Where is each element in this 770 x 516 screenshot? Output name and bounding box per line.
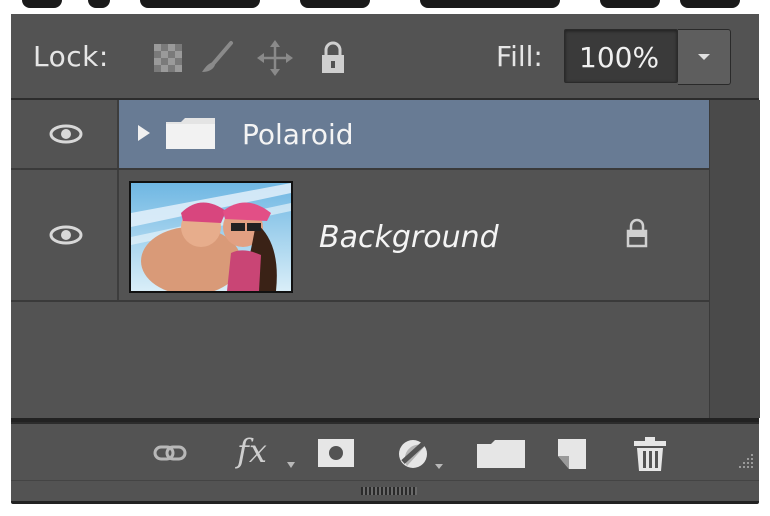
fill-dropdown-button[interactable] [678, 29, 731, 85]
layer-name[interactable]: Background [319, 220, 499, 255]
panel-resize-bar[interactable] [11, 480, 759, 501]
layer-group-selected[interactable]: Polaroid [119, 100, 709, 168]
fill-label: Fill: [496, 40, 543, 73]
visibility-toggle[interactable] [11, 100, 119, 168]
eye-icon[interactable] [49, 123, 83, 145]
link-layers-icon[interactable] [153, 444, 187, 462]
new-adjustment-layer-icon[interactable] [397, 438, 443, 472]
add-layer-style-icon[interactable]: fx [237, 432, 267, 470]
layers-list: Polaroid Background [11, 100, 709, 418]
folder-icon [166, 118, 215, 149]
layers-panel: Lock: Fill: 100% Polaroid Background fx [11, 14, 760, 504]
lock-position-icon[interactable] [255, 38, 295, 78]
lock-image-pixels-icon[interactable] [197, 38, 237, 78]
lock-all-icon[interactable] [313, 38, 353, 78]
fill-value[interactable]: 100% [579, 41, 659, 74]
lock-transparent-pixels-icon[interactable] [149, 38, 189, 78]
layer-row-background[interactable]: Background [11, 170, 709, 302]
new-group-icon[interactable] [477, 440, 525, 468]
lock-toolbar: Lock: Fill: 100% [11, 14, 759, 100]
new-layer-icon[interactable] [557, 438, 587, 470]
layers-bottom-toolbar: fx [11, 422, 759, 482]
scrollbar-track[interactable] [709, 100, 760, 418]
lock-icon [626, 218, 648, 248]
layer-thumbnail[interactable] [129, 181, 293, 293]
layer-name[interactable]: Polaroid [242, 118, 354, 151]
expand-caret-icon[interactable] [137, 124, 151, 142]
layer-row-polaroid[interactable]: Polaroid [11, 100, 709, 170]
fx-menu-indicator-icon [287, 462, 295, 468]
visibility-toggle[interactable] [11, 170, 119, 300]
add-mask-icon[interactable] [317, 438, 355, 468]
eye-icon[interactable] [49, 224, 83, 246]
lock-label: Lock: [33, 40, 109, 73]
fill-input[interactable]: 100% [564, 29, 678, 83]
resize-corner-icon[interactable] [733, 450, 755, 472]
chevron-down-icon [698, 54, 710, 60]
delete-layer-icon[interactable] [633, 436, 667, 472]
resize-grip-icon[interactable] [361, 487, 417, 495]
